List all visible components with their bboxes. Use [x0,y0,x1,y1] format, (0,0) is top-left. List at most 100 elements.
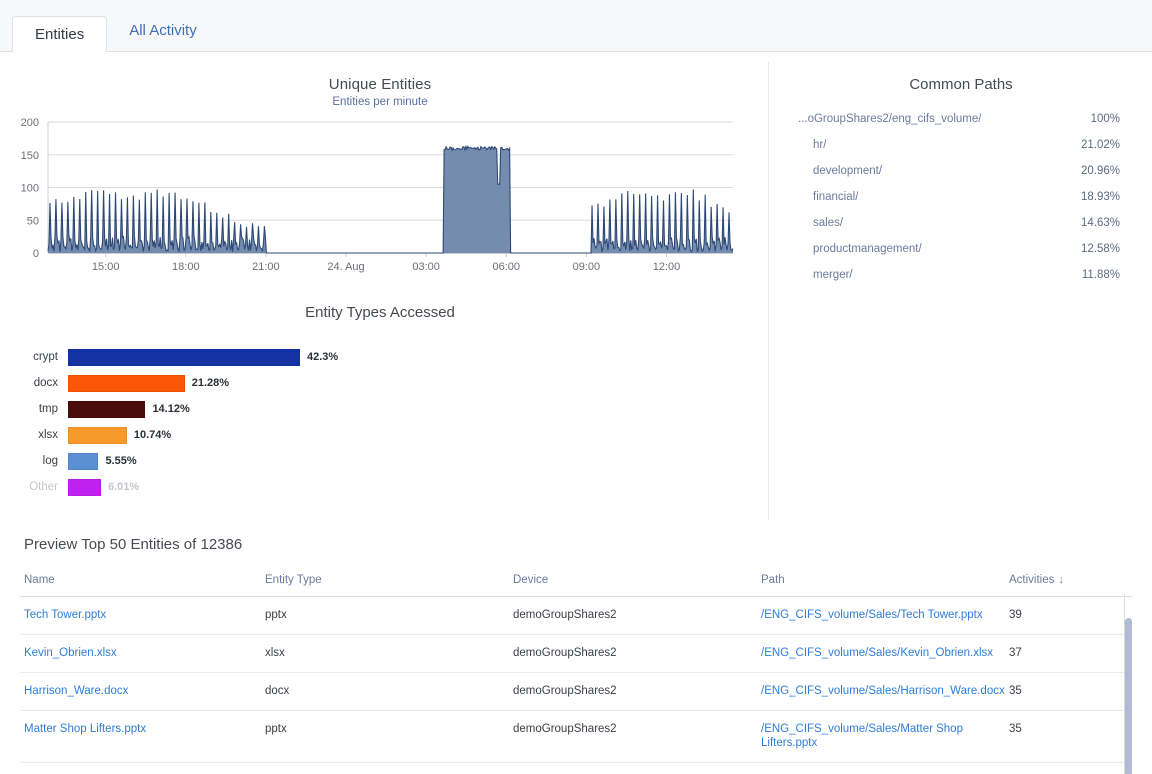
common-path-percent: 20.96% [1069,165,1120,177]
table-header-row: Name Entity Type Device Path Activities↓ [20,570,1132,597]
table-row[interactable]: Matter Shop Lifters.pptxpptxdemoGroupSha… [20,711,1132,763]
unique-entities-chart: Unique Entities Entities per minute 0501… [0,62,760,292]
preview-table-wrap: Name Entity Type Device Path Activities↓… [20,570,1132,774]
x-axis-tick-label: 24. Aug [327,261,364,273]
y-axis-tick-label: 50 [27,215,39,227]
table-row[interactable]: Harrison_Ware.docxdocxdemoGroupShares2/E… [20,673,1132,711]
cell-activities: 35 [1005,711,1132,763]
column-header-device-label: Device [513,574,548,586]
cell-path[interactable]: /ENG_CIFS_volume/Sales/Matter Shop Lifte… [757,711,1005,763]
column-header-activities-label: Activities [1009,574,1054,586]
entity-type-bar-row[interactable]: tmp 14.12% [0,396,760,422]
entity-type-bar[interactable] [68,453,98,470]
column-header-device[interactable]: Device [509,570,757,597]
unique-entities-chart-title: Unique Entities [0,76,760,93]
preview-table: Name Entity Type Device Path Activities↓… [20,570,1132,763]
entity-types-bars: crypt42.3%docx21.28%tmp14.12%xlsx10.74%l… [0,344,760,500]
entity-type-value: 14.12% [145,403,189,415]
common-path-row[interactable]: ...oGroupShares2/eng_cifs_volume/100% [770,106,1152,132]
tab-list: Entities All Activity [12,8,219,52]
y-axis-tick-label: 100 [21,183,39,195]
cell-path[interactable]: /ENG_CIFS_volume/Sales/Harrison_Ware.doc… [757,673,1005,711]
cell-entity-name[interactable]: Tech Tower.pptx [20,597,261,635]
common-path-row[interactable]: hr/21.02% [770,132,1152,158]
common-path-name: productmanagement/ [798,243,922,255]
entity-type-value: 10.74% [127,429,171,441]
cell-entity-type: pptx [261,711,509,763]
common-path-name: development/ [798,165,882,177]
cell-device: demoGroupShares2 [509,711,757,763]
column-header-entity-type[interactable]: Entity Type [261,570,509,597]
preview-table-body: Tech Tower.pptx pptxdemoGroupShares2/ENG_… [20,597,1132,763]
entity-type-label: Other [0,481,68,493]
preview-table-title: Preview Top 50 Entities of 12386 [24,536,242,553]
common-path-percent: 12.58% [1069,243,1120,255]
tab-all-activity-label: All Activity [129,22,197,39]
common-path-name: financial/ [798,191,858,203]
area-stroke [48,146,733,253]
cell-activities: 37 [1005,635,1132,673]
entity-type-label: log [0,455,68,467]
common-path-percent: 11.88% [1070,269,1120,281]
entity-type-bar[interactable] [68,401,145,418]
entity-type-label: tmp [0,403,68,415]
entity-type-value: 21.28% [185,377,229,389]
entity-type-bar[interactable] [68,427,127,444]
entity-type-bar-row[interactable]: log 5.55% [0,448,760,474]
column-header-path-label: Path [761,574,785,586]
column-header-name[interactable]: Name [20,570,261,597]
tab-entities[interactable]: Entities [12,16,107,52]
common-path-percent: 21.02% [1069,139,1120,151]
common-path-row[interactable]: sales/14.63% [770,210,1152,236]
entity-type-bar-row[interactable]: xlsx10.74% [0,422,760,448]
common-paths-list: ...oGroupShares2/eng_cifs_volume/100%hr/… [770,106,1152,288]
table-row[interactable]: Tech Tower.pptxpptxdemoGroupShares2/ENG_… [20,597,1132,635]
entity-type-bar-row[interactable]: Other6.01% [0,474,760,500]
x-axis-tick-label: 15:00 [92,261,120,273]
entity-type-label: docx [0,377,68,389]
tab-bar: Entities All Activity [0,0,1152,52]
x-axis-tick-label: 09:00 [573,261,601,273]
common-path-name: merger/ [798,269,853,281]
table-scrollbar-thumb[interactable] [1125,618,1132,774]
cell-entity-name[interactable]: Harrison_Ware.docx [20,673,261,711]
column-header-path[interactable]: Path [757,570,1005,597]
tab-entities-label: Entities [35,26,84,43]
common-path-row[interactable]: merger/11.88% [770,262,1152,288]
common-path-name: hr/ [798,139,826,151]
column-header-activities[interactable]: Activities↓ [1005,570,1132,597]
entity-type-bar[interactable] [68,375,185,392]
cell-path[interactable]: /ENG_CIFS_volume/Sales/Kevin_Obrien.xlsx [757,635,1005,673]
table-row[interactable]: Kevin_Obrien.xlsxxlsxdemoGroupShares2/EN… [20,635,1132,673]
common-path-percent: 18.93% [1069,191,1120,203]
column-header-name-label: Name [24,574,55,586]
cell-device: demoGroupShares2 [509,635,757,673]
common-path-row[interactable]: development/20.96% [770,158,1152,184]
x-axis-tick-label: 06:00 [493,261,521,273]
common-path-row[interactable]: financial/18.93% [770,184,1152,210]
panel-divider [768,62,769,520]
entity-type-bar[interactable] [68,479,101,496]
entity-types-chart-title: Entity Types Accessed [0,304,760,321]
cell-path[interactable]: /ENG_CIFS_volume/Sales/Tech Tower.pptx [757,597,1005,635]
tab-all-activity[interactable]: All Activity [107,12,219,52]
entity-type-label: crypt [0,351,68,363]
entity-type-bar-row[interactable]: docx 21.28% [0,370,760,396]
y-axis-tick-label: 150 [21,150,39,162]
common-path-percent: 100% [1079,113,1120,125]
cell-activities: 39 [1005,597,1132,635]
cell-entity-name[interactable]: Kevin_Obrien.xlsx [20,635,261,673]
unique-entities-plot[interactable]: 05010015020015:0018:0021:0024. Aug03:000… [0,108,760,293]
common-path-row[interactable]: productmanagement/12.58% [770,236,1152,262]
entity-type-bar-row[interactable]: crypt 42.3% [0,344,760,370]
common-paths-title: Common Paths [770,76,1152,93]
entity-type-value: 5.55% [98,455,136,467]
entity-type-value: 42.3% [300,351,338,363]
table-scrollbar-track[interactable] [1125,594,1132,774]
common-paths-panel: Common Paths ...oGroupShares2/eng_cifs_v… [770,62,1152,322]
x-axis-tick-label: 03:00 [412,261,440,273]
cell-entity-type: xlsx [261,635,509,673]
entity-type-bar[interactable] [68,349,300,366]
cell-device: demoGroupShares2 [509,673,757,711]
cell-entity-name[interactable]: Matter Shop Lifters.pptx [20,711,261,763]
